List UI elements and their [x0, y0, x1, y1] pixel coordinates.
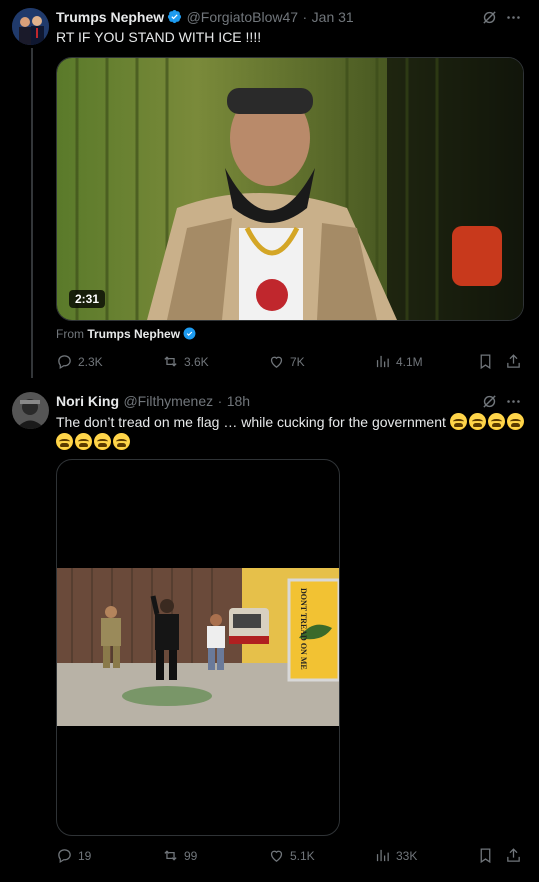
avatar[interactable] [12, 8, 49, 45]
loudly-crying-face-emoji [468, 413, 486, 430]
views-icon [376, 355, 389, 368]
tweet-text: RT IF YOU STAND WITH ICE !!!! [56, 29, 262, 45]
grok-icon[interactable] [481, 9, 498, 31]
like-count: 5.1K [290, 848, 315, 863]
repost-button[interactable]: 3.6K [162, 353, 209, 370]
like-button[interactable]: 7K [268, 353, 305, 370]
tweet-text: The don’t tread on me flag … while cucki… [56, 412, 526, 452]
flag-text: DONT TREAD ON ME [299, 588, 308, 670]
video-thumbnail [57, 58, 523, 320]
verified-badge-icon [183, 327, 196, 340]
photo: DONT TREAD ON ME [57, 568, 339, 726]
bookmark-icon[interactable] [477, 847, 494, 869]
author-handle[interactable]: @Filthymenez [123, 393, 213, 409]
loudly-crying-face-emoji [506, 413, 524, 430]
author-handle[interactable]: @ForgiatoBlow47 [187, 9, 299, 25]
timestamp[interactable]: Jan 31 [312, 9, 354, 25]
media-image[interactable]: DONT TREAD ON ME [56, 459, 340, 836]
loudly-crying-face-emoji [94, 433, 111, 450]
repost-count: 99 [184, 848, 198, 863]
video-source: From Trumps Nephew [56, 327, 196, 341]
repost-icon [164, 356, 177, 367]
like-icon [270, 850, 283, 862]
like-count: 7K [290, 354, 305, 369]
like-button[interactable]: 5.1K [268, 847, 315, 864]
view-count: 4.1M [396, 354, 423, 369]
from-account[interactable]: Trumps Nephew [87, 327, 180, 341]
like-icon [270, 356, 283, 368]
views-button[interactable]: 33K [374, 847, 417, 864]
video-duration: 2:31 [69, 290, 106, 308]
tweet-header: Trumps Nephew @ForgiatoBlow47 · Jan 31 [56, 9, 354, 27]
share-icon[interactable] [505, 353, 522, 375]
loudly-crying-face-emoji [75, 433, 92, 450]
timestamp[interactable]: 18h [227, 393, 250, 409]
avatar[interactable] [12, 392, 49, 429]
reply-icon [58, 849, 71, 864]
reply-count: 2.3K [78, 354, 103, 369]
loudly-crying-face-emoji [449, 413, 467, 430]
repost-count: 3.6K [184, 354, 209, 369]
loudly-crying-face-emoji [113, 433, 130, 450]
reply-button[interactable]: 19 [56, 847, 91, 864]
views-button[interactable]: 4.1M [374, 353, 423, 370]
author-name[interactable]: Trumps Nephew [56, 9, 164, 25]
reply-button[interactable]: 2.3K [56, 353, 103, 370]
loudly-crying-face-emoji [487, 413, 505, 430]
thread-line [31, 48, 33, 378]
from-label: From [56, 327, 84, 341]
loudly-crying-face-emoji [56, 433, 73, 450]
view-count: 33K [396, 848, 418, 863]
reply-icon [58, 355, 71, 370]
bookmark-icon[interactable] [477, 353, 494, 375]
tweet-text-content: The don’t tread on me flag … while cucki… [56, 414, 446, 430]
verified-badge-icon [167, 9, 182, 24]
reply-count: 19 [78, 848, 92, 863]
share-icon[interactable] [505, 847, 522, 869]
author-name[interactable]: Nori King [56, 393, 119, 409]
tweet-header: Nori King @Filthymenez · 18h [56, 393, 250, 411]
video-player[interactable]: 2:31 [56, 57, 524, 321]
views-icon [376, 849, 389, 862]
repost-button[interactable]: 99 [162, 847, 197, 864]
repost-icon [164, 850, 177, 861]
separator: · [217, 393, 223, 409]
separator: · [302, 9, 308, 25]
more-icon[interactable] [505, 9, 522, 31]
